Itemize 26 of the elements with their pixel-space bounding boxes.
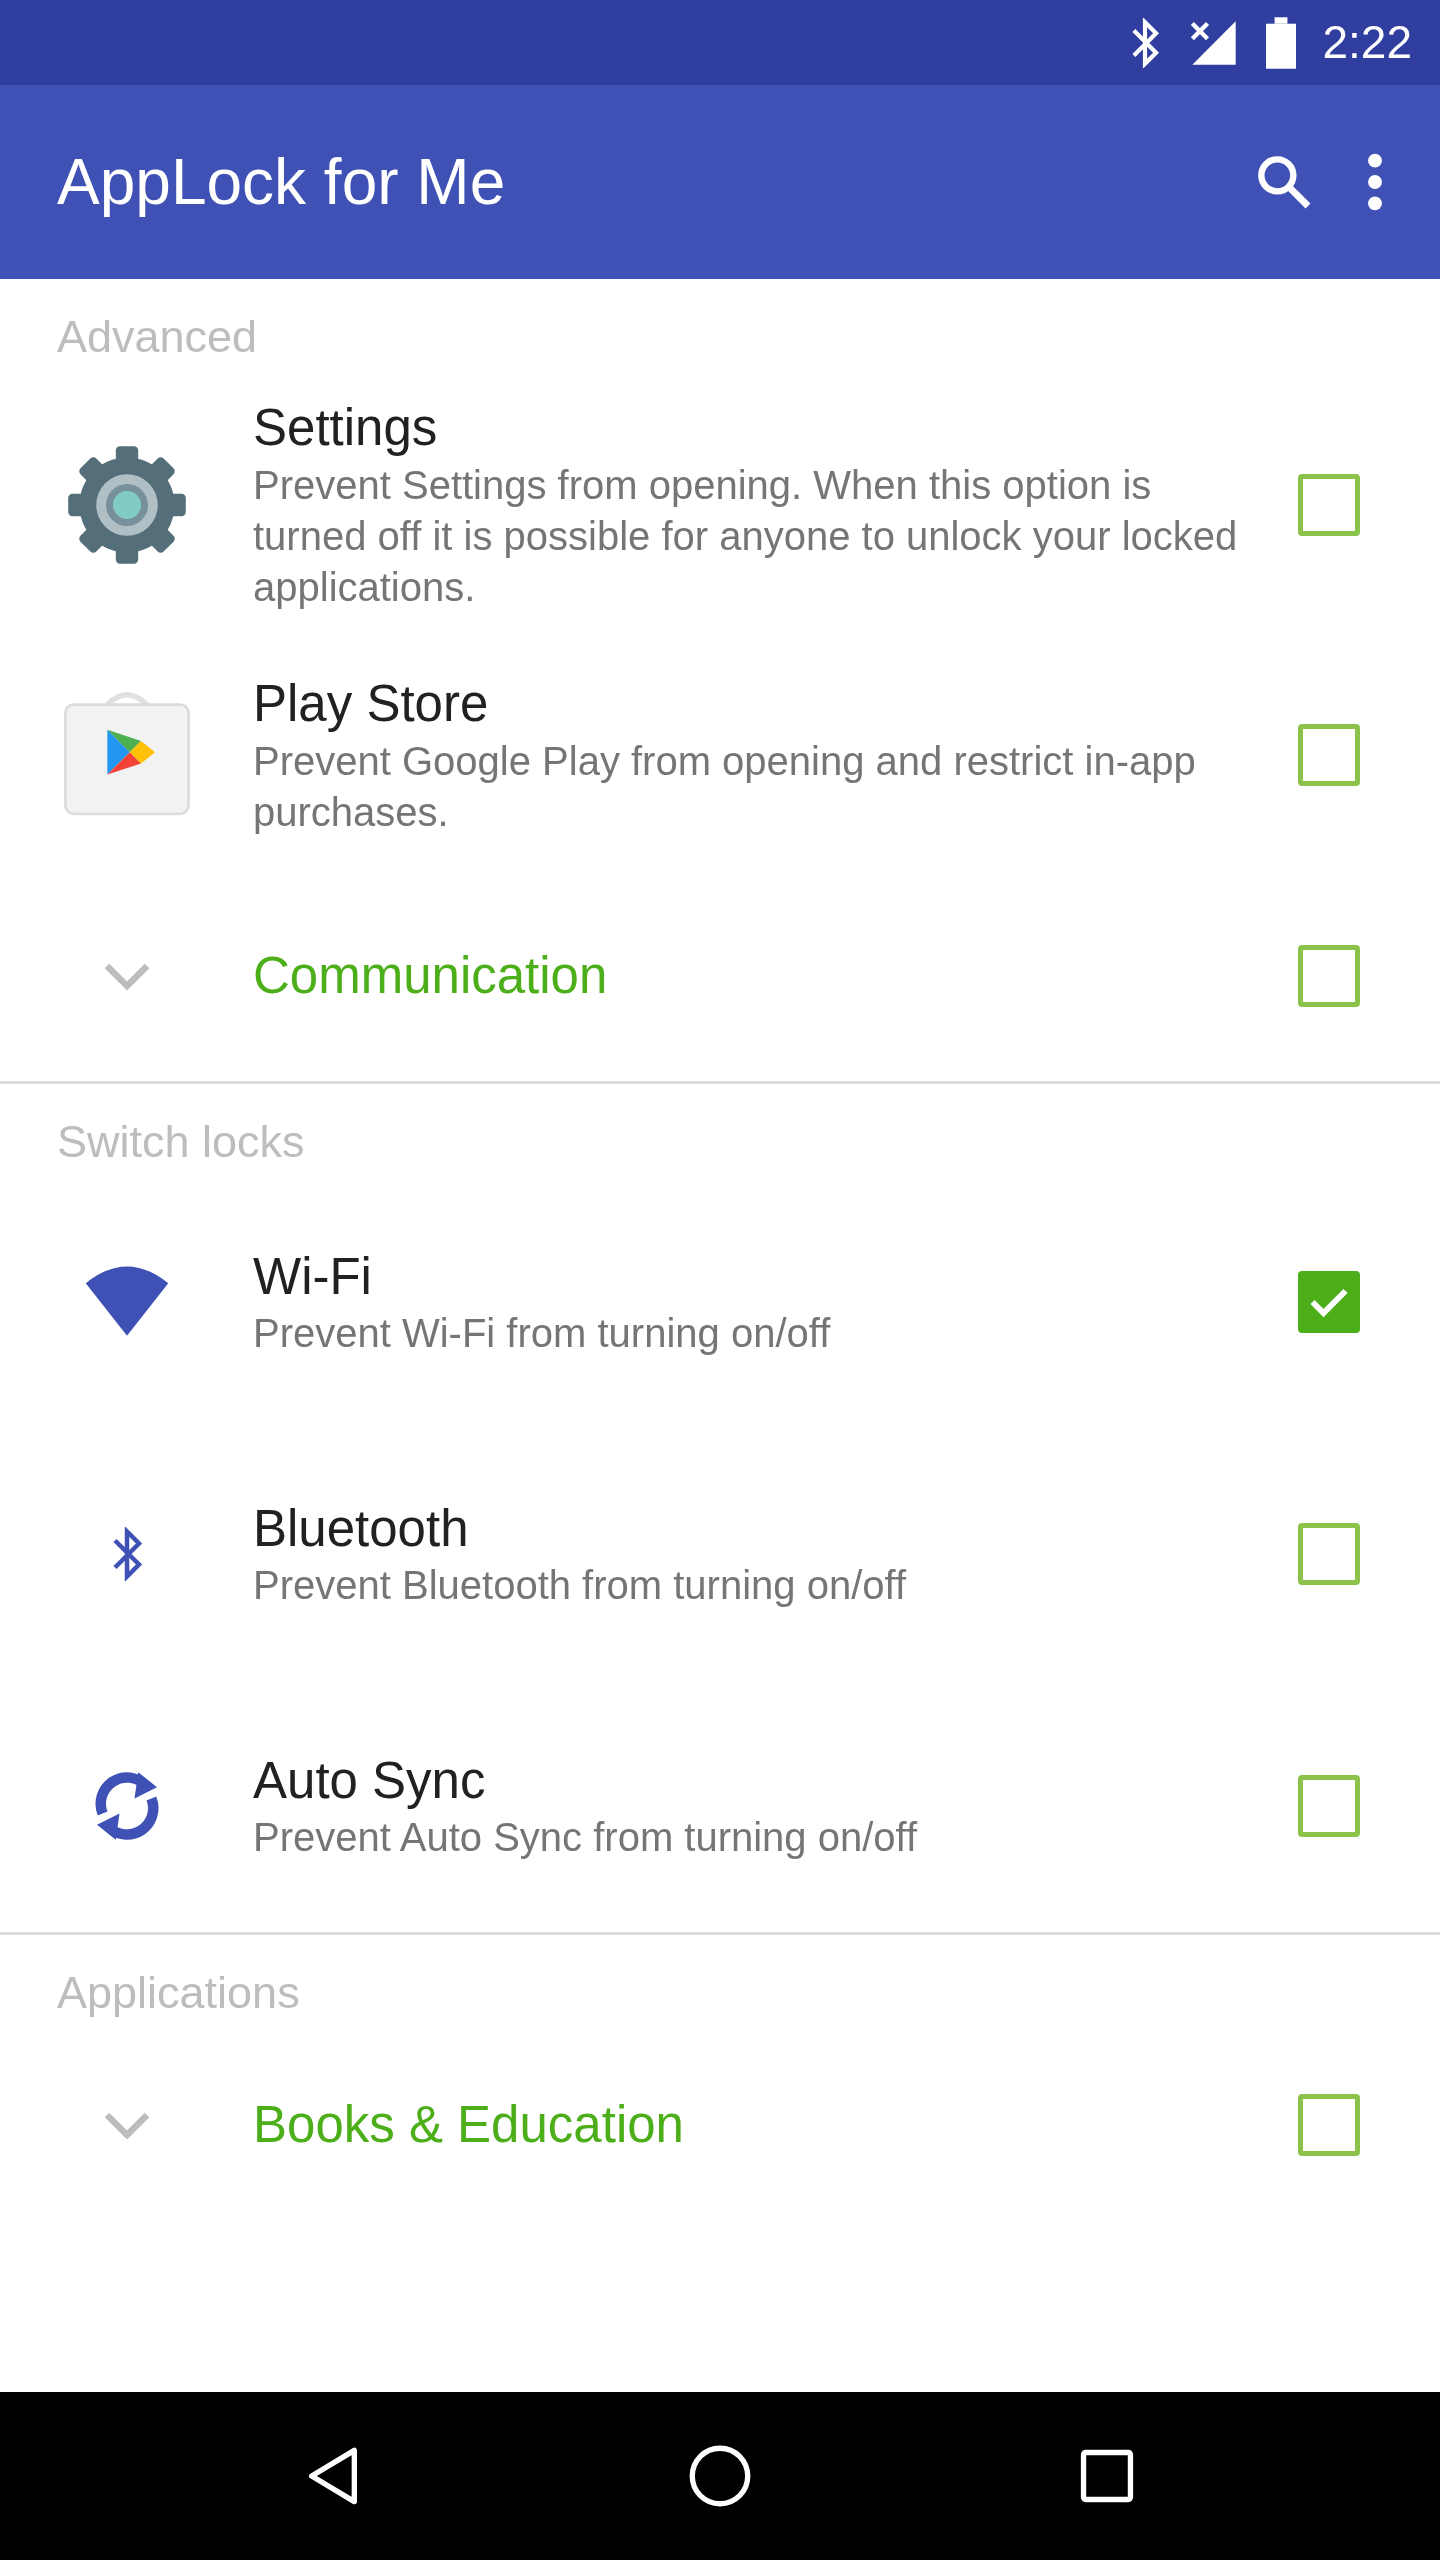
item-title: Auto Sync <box>253 1750 487 1811</box>
section-header: Advanced <box>56 310 259 364</box>
item-title: Settings <box>253 398 439 459</box>
checkbox[interactable] <box>1298 1775 1360 1837</box>
category-title[interactable]: Books & Education <box>253 2086 1238 2164</box>
item-description: Prevent Settings from opening. When this option is turned off it is possible for anyone to unlock your locked applications. <box>253 462 1238 612</box>
checkbox[interactable] <box>1298 945 1360 1007</box>
section-header: Applications <box>56 1966 301 2020</box>
section-header: Switch locks <box>56 1115 306 1169</box>
checkbox[interactable] <box>1298 1523 1360 1585</box>
item-description: Prevent Wi-Fi from turning on/off <box>253 1310 832 1358</box>
battery-icon <box>1266 16 1297 69</box>
item-description: Prevent Auto Sync from turning on/off <box>253 1814 919 1862</box>
item-title: Wi-Fi <box>253 1246 373 1307</box>
item-title: Bluetooth <box>253 1498 470 1559</box>
category-title[interactable]: Communication <box>253 937 1238 1015</box>
clock-time: 2:22 <box>1322 15 1412 70</box>
item-description: Prevent Bluetooth from turning on/off <box>253 1562 908 1610</box>
checkbox[interactable] <box>1298 474 1360 536</box>
item-description: Prevent Google Play from opening and restrict in-app purchases. <box>253 737 1197 836</box>
checkbox[interactable] <box>1298 724 1360 786</box>
checkbox[interactable] <box>1298 2094 1360 2156</box>
item-title: Play Store <box>253 673 490 734</box>
app-title: AppLock for Me <box>57 145 507 220</box>
checkbox[interactable] <box>1298 1271 1360 1333</box>
home-icon <box>688 2444 752 2508</box>
